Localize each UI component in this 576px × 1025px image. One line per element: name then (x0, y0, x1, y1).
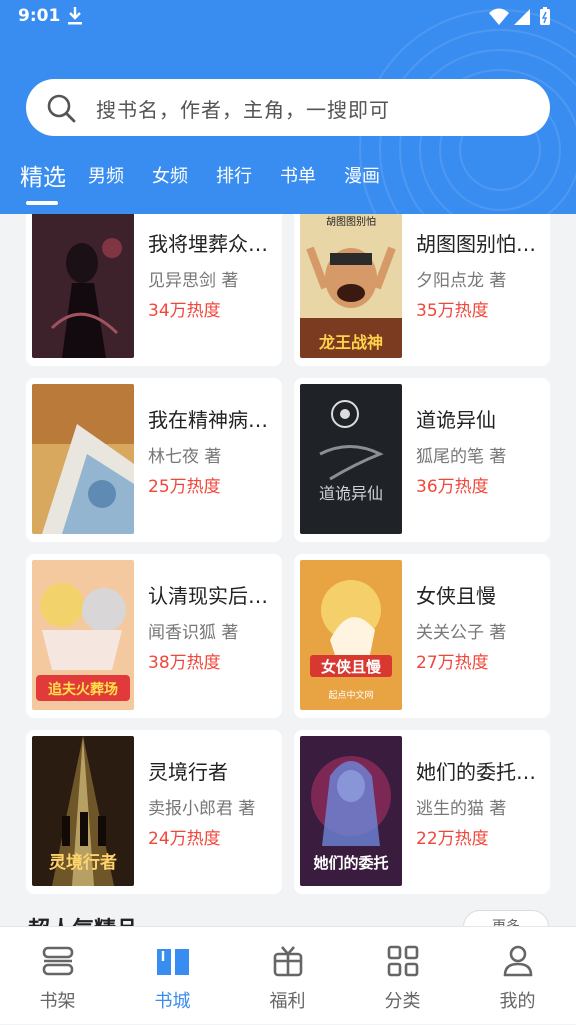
book-title: 她们的委托… (416, 760, 536, 784)
grid-icon (387, 945, 419, 977)
book-heat: 34万热度 (148, 301, 221, 321)
book-heat: 24万热度 (148, 829, 221, 849)
book-card[interactable]: 胡图图别怕 龙王战神 胡图图别怕… 夕阳点龙 著 35万热度 (294, 214, 550, 366)
book-author: 夕阳点龙 著 (416, 271, 507, 291)
book-author: 逃生的猫 著 (416, 799, 507, 819)
section-title: 超人气精品 (28, 912, 138, 926)
cover-title: 道诡异仙 (319, 484, 383, 503)
cover-title: 追夫火葬场 (48, 681, 118, 698)
nav-label: 书架 (39, 991, 76, 1012)
tab-comics[interactable]: 漫画 (344, 162, 380, 188)
book-heat: 25万热度 (148, 477, 221, 497)
book-card[interactable]: 灵境行者 灵境行者 卖报小郎君 著 24万热度 (26, 730, 282, 894)
tab-female[interactable]: 女频 (152, 162, 188, 188)
gift-icon (273, 946, 303, 977)
book-title: 我将埋葬众… (148, 232, 268, 256)
cover-title-top: 胡图图别怕 (326, 215, 376, 228)
nav-label: 福利 (269, 991, 306, 1012)
status-bar: 9:01 (0, 0, 576, 34)
user-icon (503, 945, 533, 977)
wifi-icon (489, 8, 509, 25)
book-cover: 胡图图别怕 龙王战神 (300, 214, 402, 358)
cover-title: 她们的委托 (313, 854, 388, 872)
book-title: 道诡异仙 (416, 408, 496, 432)
tab-male[interactable]: 男频 (88, 162, 124, 188)
book-card[interactable]: 追夫火葬场 认清现实后… 闻香识狐 著 38万热度 (26, 554, 282, 718)
tab-booklist[interactable]: 书单 (280, 162, 316, 188)
tab-featured[interactable]: 精选 (20, 158, 66, 192)
book-title: 认清现实后… (148, 584, 268, 608)
book-grid: 我将埋葬众… 见异思剑 著 34万热度 胡图图别怕 龙王战神 胡图图别怕… 夕阳… (0, 214, 576, 926)
book-title: 胡图图别怕… (416, 232, 536, 256)
book-cover: 灵境行者 (32, 736, 134, 886)
book-title: 女侠且慢 (416, 584, 496, 608)
book-heat: 27万热度 (416, 653, 489, 673)
book-cover (32, 384, 134, 534)
book-author: 关关公子 著 (416, 623, 507, 643)
tab-active-indicator (26, 201, 58, 205)
nav-label: 分类 (384, 991, 421, 1012)
bottom-nav: 书架 书城 福利 分类 我的 (0, 926, 576, 1024)
book-cover: 道诡异仙 (300, 384, 402, 534)
book-author: 狐尾的笔 著 (416, 447, 507, 467)
header: 9:01 搜书名，作者，主角，一搜即可 精选 男频 女频 排行 书单 漫画 (0, 0, 576, 214)
nav-welfare[interactable]: 福利 (230, 927, 345, 1025)
nav-profile[interactable]: 我的 (460, 927, 575, 1025)
nav-bookshelf[interactable]: 书架 (0, 927, 115, 1025)
tab-ranking[interactable]: 排行 (216, 162, 252, 188)
book-title: 灵境行者 (148, 760, 228, 784)
nav-bookstore[interactable]: 书城 (115, 927, 230, 1025)
bookshelf-icon (42, 946, 74, 976)
book-cover: 女侠且慢 起点中文网 (300, 560, 402, 710)
book-cover (32, 214, 134, 358)
book-card[interactable]: 我在精神病… 林七夜 著 25万热度 (26, 378, 282, 542)
book-author: 见异思剑 著 (148, 271, 239, 291)
status-icons (489, 7, 550, 25)
nav-label: 书城 (154, 991, 191, 1012)
more-button[interactable]: 更多 (463, 910, 549, 926)
book-heat: 35万热度 (416, 301, 489, 321)
category-tabs: 精选 男频 女频 排行 书单 漫画 (0, 152, 576, 212)
book-heat: 36万热度 (416, 477, 489, 497)
book-author: 林七夜 著 (148, 447, 222, 467)
book-heat: 22万热度 (416, 829, 489, 849)
book-author: 闻香识狐 著 (148, 623, 239, 643)
status-time: 9:01 (18, 6, 61, 26)
search-placeholder: 搜书名，作者，主角，一搜即可 (96, 98, 390, 122)
book-cover: 追夫火葬场 (32, 560, 134, 710)
book-card[interactable]: 女侠且慢 起点中文网 女侠且慢 关关公子 著 27万热度 (294, 554, 550, 718)
book-heat: 38万热度 (148, 653, 221, 673)
book-card[interactable]: 道诡异仙 道诡异仙 狐尾的笔 著 36万热度 (294, 378, 550, 542)
book-card[interactable]: 我将埋葬众… 见异思剑 著 34万热度 (26, 214, 282, 366)
cover-title: 女侠且慢 (321, 658, 382, 676)
cover-title: 灵境行者 (49, 852, 117, 873)
book-title: 我在精神病… (148, 408, 268, 432)
signal-icon (514, 9, 530, 25)
search-input[interactable]: 搜书名，作者，主角，一搜即可 (26, 79, 550, 136)
book-card[interactable]: 她们的委托 她们的委托… 逃生的猫 著 22万热度 (294, 730, 550, 894)
battery-icon (540, 9, 550, 25)
search-icon (47, 94, 76, 123)
book-cover: 她们的委托 (300, 736, 402, 886)
nav-category[interactable]: 分类 (345, 927, 460, 1025)
download-icon (68, 7, 82, 25)
cover-publisher: 起点中文网 (328, 689, 373, 701)
book-open-icon (157, 949, 189, 975)
nav-label: 我的 (499, 991, 536, 1012)
book-author: 卖报小郎君 著 (148, 799, 256, 819)
cover-title: 龙王战神 (318, 333, 383, 352)
